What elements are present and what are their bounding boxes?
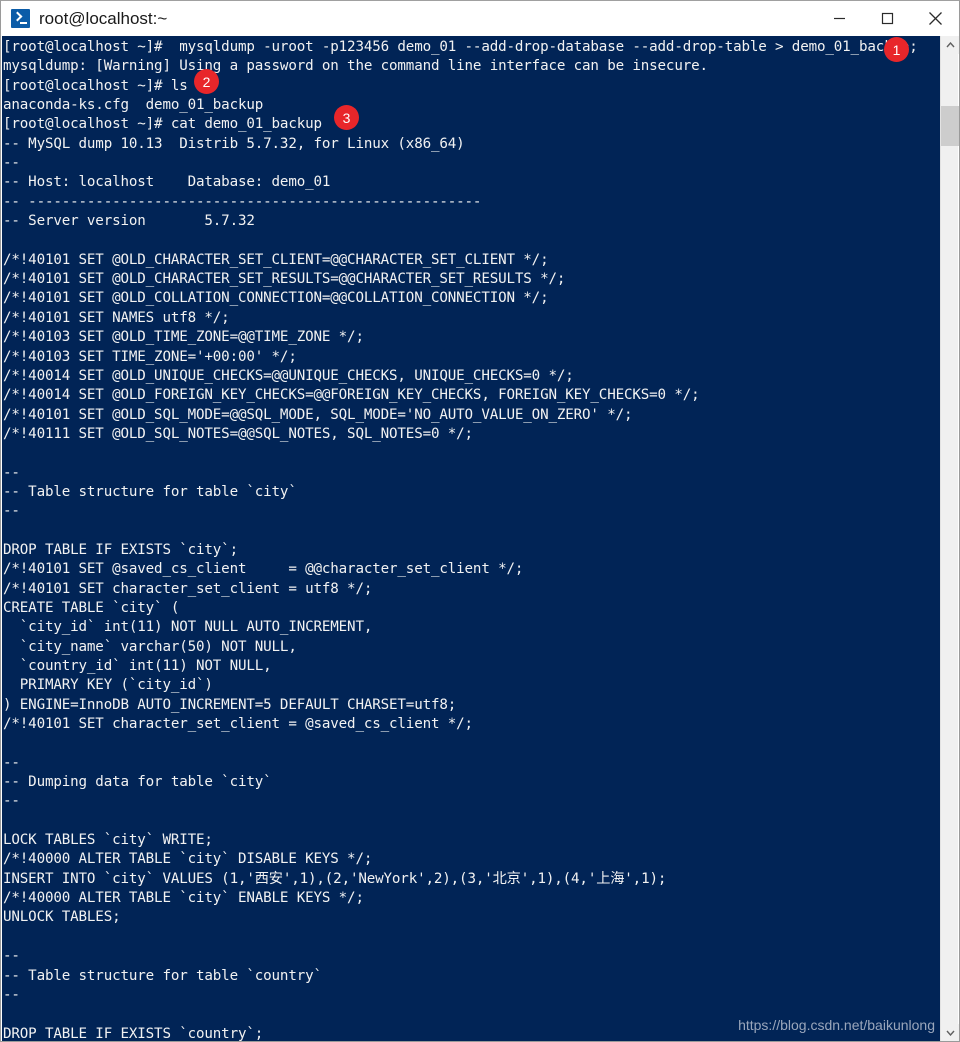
scrollbar-thumb[interactable] [941, 106, 959, 146]
window-title-area: root@localhost:~ [1, 1, 815, 36]
watermark-text: https://blog.csdn.net/baikunlong [738, 1017, 935, 1033]
window-title: root@localhost:~ [39, 8, 168, 28]
scroll-down-button[interactable] [941, 1024, 959, 1041]
terminal-window: root@localhost:~ [root@localhost ~]# mys… [0, 0, 960, 1042]
minimize-button[interactable] [815, 2, 863, 36]
annotation-badge-1: 1 [884, 37, 909, 62]
scroll-up-button[interactable] [941, 36, 959, 54]
vertical-scrollbar[interactable] [940, 36, 959, 1041]
annotation-badge-3: 3 [334, 105, 359, 130]
terminal-console[interactable]: [root@localhost ~]# mysqldump -uroot -p1… [2, 36, 942, 1042]
minimize-icon [833, 17, 845, 20]
terminal-prompt-icon [11, 9, 30, 28]
close-button[interactable] [911, 2, 959, 36]
chevron-down-icon [945, 1030, 955, 1036]
maximize-icon [881, 12, 893, 25]
annotation-badge-2: 2 [194, 69, 219, 94]
close-icon [928, 12, 942, 25]
chevron-up-icon [945, 42, 955, 48]
maximize-button[interactable] [863, 2, 911, 36]
console-output: [root@localhost ~]# mysqldump -uroot -p1… [3, 39, 918, 1042]
window-titlebar: root@localhost:~ [1, 1, 959, 36]
